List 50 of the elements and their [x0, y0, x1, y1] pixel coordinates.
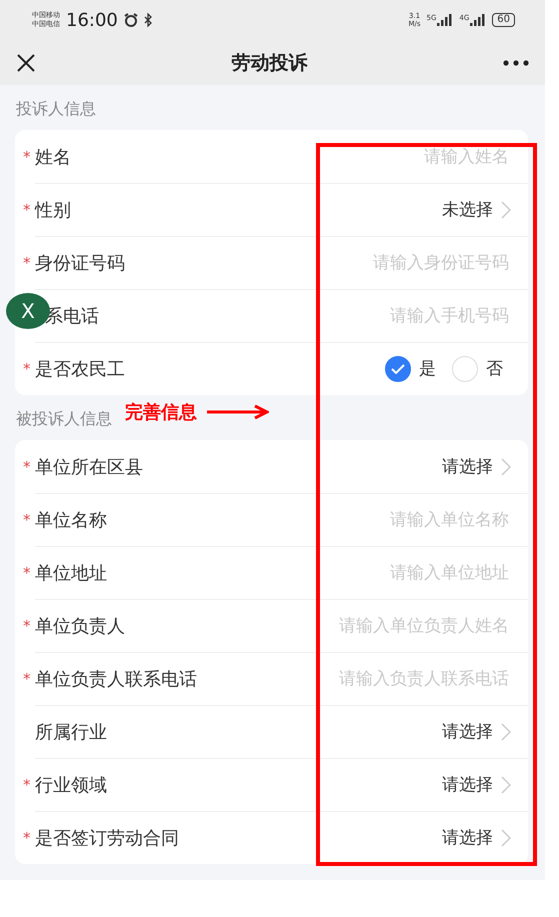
chevron-icon [501, 828, 511, 846]
field-label: 行业领域 [35, 774, 107, 796]
required-mark: * [23, 360, 32, 378]
required-mark: * [23, 148, 32, 166]
field-label: 单位名称 [35, 508, 107, 532]
field-label: 姓名 [35, 146, 71, 168]
chevron-icon [501, 200, 511, 218]
chevron-icon [501, 776, 511, 794]
required-mark: * [23, 458, 32, 476]
field-label: 单位负责人联系电话 [35, 668, 197, 690]
battery-level: 60 [492, 13, 515, 27]
annotation-text: 完善信息 [125, 401, 197, 424]
select-value[interactable]: 请选择 [442, 773, 493, 796]
required-mark: * [23, 776, 32, 794]
required-mark: * [23, 564, 32, 582]
field-label: 是否签订劳动合同 [35, 826, 179, 850]
field-label: 身份证号码 [35, 252, 125, 274]
arrow-icon [207, 404, 269, 420]
more-icon[interactable] [503, 60, 529, 66]
check-icon [391, 364, 405, 374]
field-label: 性别 [35, 198, 71, 222]
radio-label: 是 [419, 358, 436, 380]
radio-button[interactable] [385, 356, 411, 382]
field-label: 单位负责人 [35, 614, 125, 638]
section-title: 被投诉人信息 [15, 408, 113, 430]
field-label: 单位所在区县 [35, 456, 143, 478]
required-mark: * [23, 200, 32, 218]
required-mark: * [23, 254, 32, 272]
select-value[interactable]: 未选择 [442, 198, 493, 221]
close-icon[interactable] [16, 52, 36, 72]
chevron-icon [501, 722, 511, 740]
clock-time: 16:00 [66, 10, 118, 30]
select-value[interactable]: 请选择 [442, 826, 493, 849]
required-mark: * [23, 616, 32, 634]
page-title: 劳动投诉 [230, 50, 308, 76]
field-label: 是否农民工 [35, 358, 125, 380]
required-mark: * [23, 670, 32, 688]
field-label: 所属行业 [35, 720, 107, 744]
signal-icon [437, 14, 454, 26]
signal-icon [470, 14, 486, 26]
radio-label: 否 [486, 358, 503, 380]
required-mark: * [23, 828, 32, 846]
required-mark: * [23, 510, 32, 528]
alarm-icon [124, 13, 138, 27]
select-value[interactable]: 请选择 [442, 455, 493, 478]
select-value[interactable]: 请选择 [442, 720, 493, 743]
field-label: 单位地址 [35, 562, 107, 584]
chevron-icon [501, 458, 511, 476]
bluetooth-icon [144, 13, 152, 27]
section-title: 投诉人信息 [15, 98, 97, 120]
